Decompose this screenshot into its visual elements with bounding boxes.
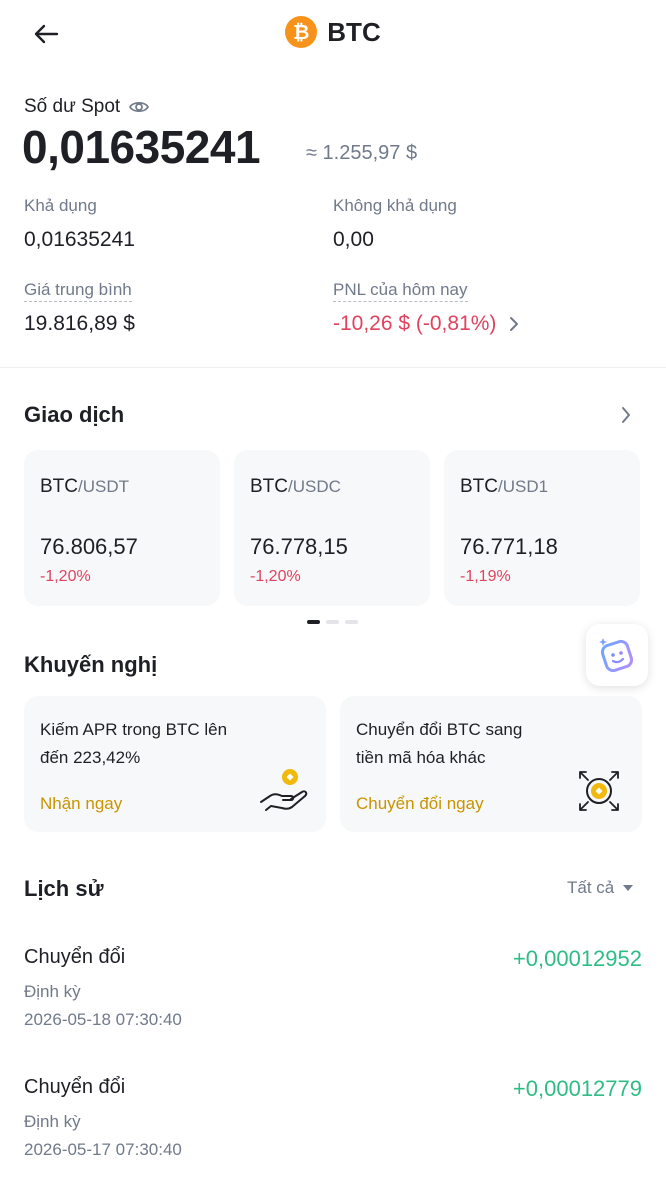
page-dot — [326, 620, 339, 624]
pnl-value: -10,26 $ (-0,81%) — [333, 312, 497, 335]
promo-text: Kiếm APR trong BTC lên đến 223,42% — [40, 720, 228, 767]
unavailable-label: Không khả dụng — [333, 196, 457, 215]
btc-coin-icon: ₿ — [285, 16, 318, 48]
avg-price-label[interactable]: Giá trung bình — [24, 280, 132, 302]
eye-icon[interactable] — [128, 96, 150, 118]
hand-coin-icon — [260, 769, 308, 811]
trading-more-button[interactable] — [616, 403, 636, 427]
history-item[interactable]: Chuyển đổi Định kỳ 2026-05-18 07:30:40 +… — [0, 946, 666, 1056]
pair-change: -1,19% — [460, 568, 511, 585]
page-dot — [345, 620, 358, 624]
pair-name: BTC/USDT — [40, 476, 129, 497]
assistant-face-icon — [599, 638, 634, 673]
pair-change: -1,20% — [40, 568, 91, 585]
history-time: 2026-05-17 07:30:40 — [24, 1140, 182, 1159]
unavailable-value: 0,00 — [333, 228, 374, 251]
trading-section-title: Giao dịch — [24, 402, 125, 427]
convert-now-link[interactable]: Chuyển đổi ngay — [356, 794, 484, 814]
pair-change: -1,20% — [250, 568, 301, 585]
promo-text: Chuyển đổi BTC sang tiền mã hóa khác — [356, 720, 523, 767]
history-subtype: Định kỳ — [24, 982, 81, 1001]
spot-balance-usd: ≈ 1.255,97 $ — [306, 142, 418, 164]
promo-card-earn[interactable]: Kiếm APR trong BTC lên đến 223,42% Nhận … — [24, 696, 326, 832]
available-label: Khả dụng — [24, 196, 97, 215]
promo-card-convert[interactable]: Chuyển đổi BTC sang tiền mã hóa khác Chu… — [340, 696, 642, 832]
history-item[interactable]: Chuyển đổi Định kỳ 2026-05-17 07:30:40 +… — [0, 1076, 666, 1186]
earn-now-link[interactable]: Nhận ngay — [40, 794, 122, 814]
history-type: Chuyển đổi — [24, 946, 126, 968]
page-dot-active — [307, 620, 320, 624]
avg-price-value: 19.816,89 $ — [24, 312, 135, 335]
section-divider — [0, 367, 666, 368]
history-amount: +0,00012952 — [512, 946, 642, 971]
carousel-pagination — [307, 620, 358, 624]
available-value: 0,01635241 — [24, 228, 135, 251]
pair-name: BTC/USD1 — [460, 476, 549, 497]
spot-balance-label: Số dư Spot — [24, 96, 150, 118]
recommend-section-title: Khuyến nghị — [24, 652, 158, 677]
pair-price: 76.771,18 — [460, 534, 558, 559]
spot-balance-amount: 0,01635241 — [22, 121, 261, 173]
history-amount: +0,00012779 — [512, 1076, 642, 1101]
pnl-row[interactable]: -10,26 $ (-0,81%) — [333, 312, 520, 336]
page-title: BTC — [327, 16, 381, 47]
pair-card-btc-usdt[interactable]: BTC/USDT 76.806,57 -1,20% — [24, 450, 220, 606]
pair-price: 76.778,15 — [250, 534, 348, 559]
pair-card-btc-usd1[interactable]: BTC/USD1 76.771,18 -1,19% — [444, 450, 640, 606]
history-type: Chuyển đổi — [24, 1076, 126, 1098]
pair-card-btc-usdc[interactable]: BTC/USDC 76.778,15 -1,20% — [234, 450, 430, 606]
caret-down-icon — [623, 885, 634, 891]
history-subtype: Định kỳ — [24, 1112, 81, 1131]
pair-price: 76.806,57 — [40, 534, 138, 559]
ai-assistant-button[interactable] — [586, 624, 648, 686]
history-section-title: Lịch sử — [24, 876, 104, 901]
pnl-label[interactable]: PNL của hôm nay — [333, 280, 468, 302]
chevron-right-icon — [510, 317, 519, 331]
top-bar: ₿ BTC — [0, 0, 666, 70]
convert-coin-icon — [579, 771, 619, 811]
page-title-group: ₿ BTC — [0, 16, 666, 48]
history-filter-dropdown[interactable]: Tất cả — [567, 878, 634, 898]
chevron-right-icon — [622, 407, 630, 423]
pair-name: BTC/USDC — [250, 476, 341, 497]
history-time: 2026-05-18 07:30:40 — [24, 1010, 182, 1029]
